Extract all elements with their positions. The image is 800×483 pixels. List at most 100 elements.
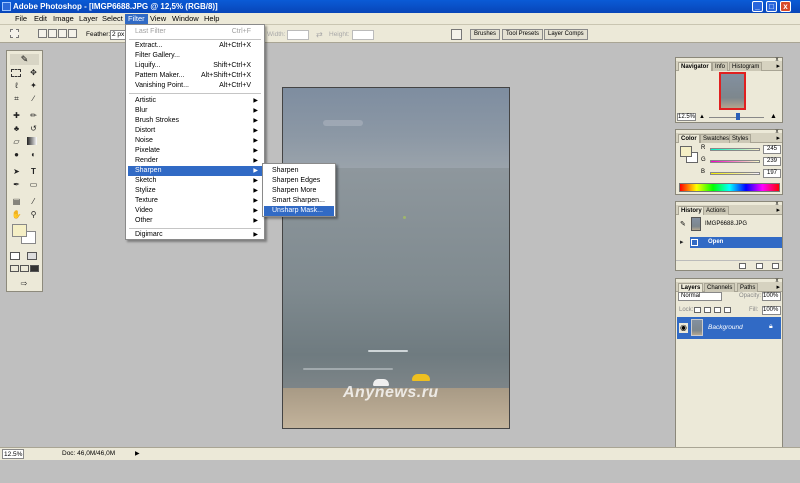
- palette-tab-tool-presets[interactable]: Tool Presets: [502, 29, 544, 40]
- tab-histogram[interactable]: Histogram: [729, 62, 763, 71]
- channel-b-slider[interactable]: [710, 172, 760, 175]
- tab-paths[interactable]: Paths: [737, 283, 759, 292]
- tab-swatches[interactable]: Swatches: [700, 134, 733, 143]
- menu-filter[interactable]: Filter: [125, 14, 148, 24]
- pen-tool-icon[interactable]: ✒: [10, 180, 23, 190]
- menu-item-last-filter[interactable]: Last Filter Ctrl+F: [128, 27, 262, 37]
- lock-transparency-icon[interactable]: [694, 307, 701, 313]
- menu-item-render[interactable]: Render ▶: [128, 156, 262, 166]
- submenu-item-smart-sharpen[interactable]: Smart Sharpen...: [264, 196, 334, 206]
- brush-tool-icon[interactable]: ✏: [27, 111, 40, 121]
- tab-layers[interactable]: Layers: [678, 283, 704, 292]
- jump-to-imageready-icon[interactable]: ⇨: [13, 279, 35, 289]
- zoom-out-icon[interactable]: ▲: [699, 114, 705, 120]
- close-button[interactable]: x: [780, 1, 791, 12]
- eraser-tool-icon[interactable]: ▱: [10, 137, 23, 147]
- panel-menu-icon[interactable]: ▸: [776, 206, 780, 214]
- layer-visibility-eye-icon[interactable]: ◉: [679, 323, 688, 333]
- menu-item-vanishing-point[interactable]: Vanishing Point... Alt+Ctrl+V: [128, 81, 262, 91]
- color-spectrum-ramp[interactable]: [679, 183, 780, 192]
- subtract-selection-icon[interactable]: [58, 29, 67, 38]
- lock-position-icon[interactable]: [714, 307, 721, 313]
- history-state-open[interactable]: Open: [690, 237, 782, 248]
- blend-mode-select[interactable]: Normal: [678, 292, 722, 301]
- screen-mode-standard-icon[interactable]: [10, 265, 19, 272]
- intersect-selection-icon[interactable]: [68, 29, 77, 38]
- navigator-thumbnail[interactable]: [719, 72, 746, 110]
- menu-item-artistic[interactable]: Artistic ▶: [128, 96, 262, 106]
- zoom-in-icon[interactable]: ▲: [770, 113, 777, 120]
- channel-r-input[interactable]: 245: [763, 145, 781, 154]
- marquee-tool-icon[interactable]: [11, 69, 21, 77]
- tab-actions[interactable]: Actions: [703, 206, 729, 215]
- submenu-item-sharpen-edges[interactable]: Sharpen Edges: [264, 176, 334, 186]
- menu-image[interactable]: Image: [50, 14, 77, 24]
- panel-menu-icon[interactable]: ▸: [776, 134, 780, 142]
- menu-window[interactable]: Window: [169, 14, 202, 24]
- menu-item-extract[interactable]: Extract... Alt+Ctrl+X: [128, 41, 262, 51]
- menu-item-liquify[interactable]: Liquify... Shift+Ctrl+X: [128, 61, 262, 71]
- menu-layer[interactable]: Layer: [76, 14, 101, 24]
- menu-edit[interactable]: Edit: [31, 14, 50, 24]
- document-canvas[interactable]: Anynews.ru: [282, 87, 510, 429]
- tab-info[interactable]: Info: [712, 62, 729, 71]
- navigator-zoom-value[interactable]: 12.5%: [677, 113, 696, 121]
- snapshot-label[interactable]: IMGP6688.JPG: [705, 221, 747, 227]
- status-menu-arrow-icon[interactable]: ▶: [135, 450, 140, 457]
- opacity-input[interactable]: 100%: [762, 292, 781, 301]
- eyedropper-icon[interactable]: ⁄: [27, 197, 40, 207]
- blur-tool-icon[interactable]: ●: [10, 150, 23, 160]
- menu-item-stylize[interactable]: Stylize ▶: [128, 186, 262, 196]
- move-tool-icon[interactable]: ✥: [27, 68, 40, 78]
- menu-item-video[interactable]: Video ▶: [128, 206, 262, 216]
- lasso-tool-icon[interactable]: ℓ: [10, 81, 23, 91]
- slice-tool-icon[interactable]: ∕: [27, 94, 40, 104]
- lock-all-icon[interactable]: [724, 307, 731, 313]
- fill-input[interactable]: 100%: [762, 306, 781, 315]
- menu-item-noise[interactable]: Noise ▶: [128, 136, 262, 146]
- menu-item-sharpen[interactable]: Sharpen ▶: [128, 166, 262, 176]
- menu-select[interactable]: Select: [99, 14, 126, 24]
- menu-item-filter-gallery[interactable]: Filter Gallery...: [128, 51, 262, 61]
- hand-tool-icon[interactable]: ✋: [10, 210, 23, 220]
- menu-item-distort[interactable]: Distort ▶: [128, 126, 262, 136]
- channel-b-input[interactable]: 197: [763, 169, 781, 178]
- channel-g-input[interactable]: 239: [763, 157, 781, 166]
- quick-mask-icon[interactable]: [27, 252, 37, 260]
- delete-state-icon[interactable]: [772, 263, 779, 269]
- layer-row-background[interactable]: ◉ Background 🔒︎: [677, 317, 781, 339]
- type-tool-icon[interactable]: T: [27, 167, 40, 177]
- history-brush-icon[interactable]: ↺: [27, 124, 40, 134]
- menu-item-pattern-maker[interactable]: Pattern Maker... Alt+Shift+Ctrl+X: [128, 71, 262, 81]
- layer-name[interactable]: Background: [708, 324, 743, 331]
- menu-item-other[interactable]: Other ▶: [128, 216, 262, 226]
- menu-item-texture[interactable]: Texture ▶: [128, 196, 262, 206]
- tab-color[interactable]: Color: [678, 134, 700, 143]
- tab-history[interactable]: History: [678, 206, 705, 215]
- swap-icon[interactable]: ⇄: [316, 30, 323, 39]
- channel-g-slider[interactable]: [710, 160, 760, 163]
- zoom-tool-icon[interactable]: ⚲: [27, 210, 40, 220]
- menu-file[interactable]: File: [12, 14, 30, 24]
- menu-item-digimarc[interactable]: Digimarc ▶: [128, 230, 262, 240]
- tab-channels[interactable]: Channels: [704, 283, 736, 292]
- screen-mode-menu-icon[interactable]: [20, 265, 29, 272]
- menu-item-pixelate[interactable]: Pixelate ▶: [128, 146, 262, 156]
- menu-item-brush-strokes[interactable]: Brush Strokes ▶: [128, 116, 262, 126]
- menu-view[interactable]: View: [147, 14, 169, 24]
- new-selection-icon[interactable]: [38, 29, 47, 38]
- minimize-button[interactable]: _: [752, 1, 763, 12]
- palette-well-icon[interactable]: [451, 29, 462, 40]
- magic-wand-icon[interactable]: ✦: [27, 81, 40, 91]
- menu-item-blur[interactable]: Blur ▶: [128, 106, 262, 116]
- marquee-tool-preset-icon[interactable]: [10, 29, 19, 38]
- lock-pixels-icon[interactable]: [704, 307, 711, 313]
- menu-item-sketch[interactable]: Sketch ▶: [128, 176, 262, 186]
- status-zoom-box[interactable]: 12.5%: [2, 449, 24, 459]
- maximize-button[interactable]: □: [766, 1, 777, 12]
- feather-logo-icon[interactable]: ✎: [10, 54, 39, 65]
- path-selection-icon[interactable]: ➤: [10, 167, 23, 177]
- channel-r-slider[interactable]: [710, 148, 760, 151]
- tab-styles[interactable]: Styles: [729, 134, 752, 143]
- palette-tab-brushes[interactable]: Brushes: [470, 29, 501, 40]
